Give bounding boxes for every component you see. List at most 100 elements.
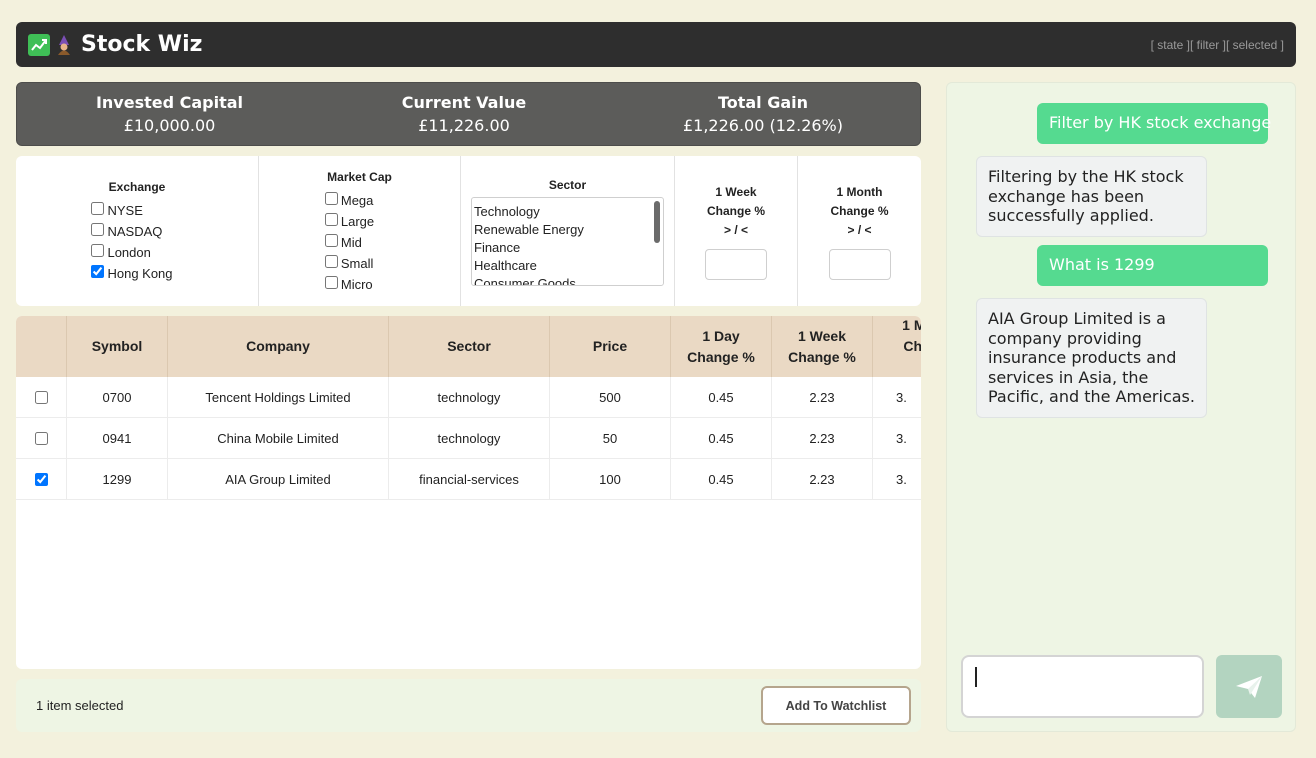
column-header-select bbox=[16, 316, 67, 377]
exchange-option-label: NYSE bbox=[107, 203, 143, 218]
market-cap-option-micro[interactable]: Micro bbox=[324, 274, 373, 295]
summary-value: £10,000.00 bbox=[123, 116, 216, 135]
cell-company: AIA Group Limited bbox=[168, 459, 389, 499]
summary-current-value: Current Value £11,226.00 bbox=[322, 83, 606, 145]
sector-option[interactable]: Healthcare bbox=[474, 257, 661, 275]
exchange-checkbox-nasdaq[interactable] bbox=[91, 223, 105, 236]
filters-panel: Exchange NYSE NASDAQ London Hong Kong Ma… bbox=[16, 156, 921, 306]
cell-day-change: 0.45 bbox=[671, 459, 772, 499]
chat-panel: Filter by HK stock exchange Filtering by… bbox=[946, 82, 1296, 732]
column-header-week-change[interactable]: 1 Week Change % bbox=[772, 316, 873, 377]
column-header-day-change[interactable]: 1 Day Change % bbox=[671, 316, 772, 377]
sector-filter-title: Sector bbox=[548, 178, 587, 192]
cell-month-change: 3. bbox=[873, 459, 921, 499]
assistant-message: Filtering by the HK stock exchange has b… bbox=[976, 156, 1207, 237]
sector-option[interactable]: Consumer Goods bbox=[474, 275, 661, 285]
row-checkbox[interactable] bbox=[34, 431, 48, 445]
market-cap-option-label: Mega bbox=[340, 192, 374, 208]
month-change-input[interactable] bbox=[828, 248, 891, 280]
sector-scrollbar[interactable] bbox=[654, 201, 660, 243]
market-cap-option-mega[interactable]: Mega bbox=[324, 190, 374, 211]
cell-price: 50 bbox=[550, 418, 671, 458]
summary-value: £11,226.00 bbox=[418, 116, 510, 135]
send-button[interactable] bbox=[1216, 655, 1282, 718]
week-change-input[interactable] bbox=[705, 248, 767, 280]
exchange-checkbox-nyse[interactable] bbox=[91, 202, 105, 215]
market-cap-checkbox-micro[interactable] bbox=[324, 275, 338, 289]
column-header-price[interactable]: Price bbox=[550, 316, 671, 377]
exchange-filter: Exchange NYSE NASDAQ London Hong Kong bbox=[16, 156, 259, 306]
table-row[interactable]: 0700 Tencent Holdings Limited technology… bbox=[16, 377, 921, 418]
week-change-title-line1: 1 Week bbox=[715, 184, 757, 199]
app-title: Stock Wiz bbox=[81, 32, 203, 57]
column-header-month-change[interactable]: 1 Month Change % bbox=[873, 316, 921, 377]
summary-value: £1,226.00 (12.26%) bbox=[682, 116, 843, 135]
month-change-title-line3: > / < bbox=[847, 222, 872, 237]
column-header-sector[interactable]: Sector bbox=[389, 316, 550, 377]
table-row[interactable]: 0941 China Mobile Limited technology 50 … bbox=[16, 418, 921, 459]
sector-option[interactable]: Renewable Energy bbox=[474, 221, 661, 239]
row-select-cell bbox=[16, 418, 67, 458]
cell-company: Tencent Holdings Limited bbox=[168, 377, 389, 417]
chart-up-icon bbox=[28, 33, 50, 56]
cell-week-change: 2.23 bbox=[772, 418, 873, 458]
user-message: What is 1299 bbox=[1037, 245, 1268, 286]
exchange-checkbox-london[interactable] bbox=[91, 244, 105, 257]
market-cap-filter-title: Market Cap bbox=[327, 169, 392, 184]
exchange-option-london[interactable]: London bbox=[91, 242, 151, 263]
cell-symbol: 0700 bbox=[67, 377, 168, 417]
summary-label: Invested Capital bbox=[95, 93, 244, 112]
row-select-cell bbox=[16, 459, 67, 499]
exchange-option-nyse[interactable]: NYSE bbox=[91, 200, 143, 221]
summary-label: Total Gain bbox=[717, 93, 809, 112]
week-change-filter: 1 Week Change % > / < bbox=[675, 156, 798, 306]
cell-week-change: 2.23 bbox=[772, 377, 873, 417]
selected-count: 1 item selected bbox=[36, 698, 124, 713]
sector-option[interactable]: Finance bbox=[474, 239, 661, 257]
market-cap-option-label: Large bbox=[340, 213, 375, 229]
row-checkbox[interactable] bbox=[34, 390, 48, 404]
chat-input[interactable] bbox=[961, 655, 1204, 718]
cell-month-change: 3. bbox=[873, 418, 921, 458]
market-cap-checkbox-mega[interactable] bbox=[324, 191, 338, 205]
row-select-cell bbox=[16, 377, 67, 417]
exchange-option-nasdaq[interactable]: NASDAQ bbox=[91, 221, 162, 242]
market-cap-checkbox-large[interactable] bbox=[324, 212, 338, 226]
cell-day-change: 0.45 bbox=[671, 418, 772, 458]
portfolio-summary: Invested Capital £10,000.00 Current Valu… bbox=[16, 82, 921, 146]
exchange-option-label: NASDAQ bbox=[107, 224, 163, 239]
cell-price: 500 bbox=[550, 377, 671, 417]
exchange-checkbox-hong-kong[interactable] bbox=[91, 265, 105, 278]
market-cap-checkbox-mid[interactable] bbox=[324, 233, 338, 247]
selection-bar: 1 item selected Add To Watchlist bbox=[16, 679, 921, 732]
market-cap-option-small[interactable]: Small bbox=[324, 253, 373, 274]
market-cap-checkbox-small[interactable] bbox=[324, 254, 338, 268]
table-header-row: Symbol Company Sector Price 1 Day Change… bbox=[16, 316, 921, 377]
market-cap-option-label: Micro bbox=[340, 276, 373, 292]
sector-listbox[interactable]: Technology Renewable Energy Finance Heal… bbox=[471, 197, 664, 286]
cell-symbol: 0941 bbox=[67, 418, 168, 458]
column-header-symbol[interactable]: Symbol bbox=[67, 316, 168, 377]
cell-company: China Mobile Limited bbox=[168, 418, 389, 458]
sector-option[interactable]: Technology bbox=[474, 203, 661, 221]
market-cap-option-large[interactable]: Large bbox=[324, 211, 375, 232]
paper-plane-icon bbox=[1236, 675, 1262, 698]
cell-day-change: 0.45 bbox=[671, 377, 772, 417]
top-bar: Stock Wiz [ state ][ filter ][ selected … bbox=[16, 22, 1296, 67]
cell-sector: technology bbox=[389, 377, 550, 417]
cell-symbol: 1299 bbox=[67, 459, 168, 499]
assistant-message: AIA Group Limited is a company providing… bbox=[976, 298, 1207, 418]
table-row[interactable]: 1299 AIA Group Limited financial-service… bbox=[16, 459, 921, 500]
column-header-company[interactable]: Company bbox=[168, 316, 389, 377]
sector-filter: Sector Technology Renewable Energy Finan… bbox=[461, 156, 675, 306]
week-change-title-line3: > / < bbox=[723, 222, 749, 237]
month-change-title-line1: 1 Month bbox=[836, 184, 883, 199]
market-cap-option-mid[interactable]: Mid bbox=[324, 232, 362, 253]
month-change-filter: 1 Month Change % > / < bbox=[798, 156, 921, 306]
exchange-option-label: Hong Kong bbox=[107, 266, 173, 281]
row-checkbox[interactable] bbox=[34, 472, 48, 486]
wizard-icon bbox=[53, 34, 75, 56]
add-to-watchlist-button[interactable]: Add To Watchlist bbox=[761, 686, 911, 725]
debug-links[interactable]: [ state ][ filter ][ selected ] bbox=[1151, 38, 1284, 52]
exchange-option-hong-kong[interactable]: Hong Kong bbox=[91, 263, 173, 284]
